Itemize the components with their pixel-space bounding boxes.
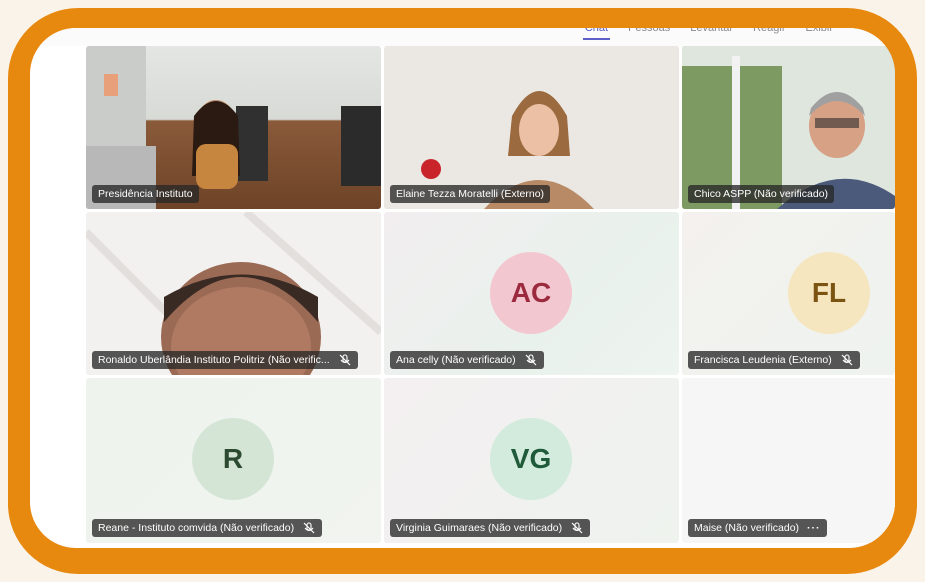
video-tile-elaine[interactable]: Elaine Tezza Moratelli (Externo) [384, 46, 679, 209]
participant-name-label: Ronaldo Uberlândia Instituto Politriz (N… [92, 351, 358, 369]
tab-raise-hand[interactable]: Levantar [688, 28, 735, 40]
tab-view[interactable]: Exibir [803, 28, 835, 40]
avatar-tile-reane[interactable]: R Reane - Instituto comvida (Não verific… [86, 378, 381, 543]
meeting-toolbar: Chat Pessoas Levantar Reagir Exibir [30, 28, 895, 46]
mic-muted-icon [524, 354, 538, 366]
participant-name-label: Maise (Não verificado) ··· [688, 519, 827, 537]
participant-name-label: Virginia Guimaraes (Não verificado) [390, 519, 591, 537]
video-tile-ronaldo[interactable]: Ronaldo Uberlândia Instituto Politriz (N… [86, 212, 381, 375]
video-tile-chico[interactable]: Chico ASPP (Não verificado) [682, 46, 895, 209]
avatar-tile-francisca[interactable]: FL Francisca Leudenia (Externo) [682, 212, 895, 375]
mic-muted-icon [840, 354, 854, 366]
teams-meeting-window: Chat Pessoas Levantar Reagir Exibir Pres… [30, 28, 895, 548]
tab-react[interactable]: Reagir [751, 28, 787, 40]
mic-muted-icon [338, 354, 352, 366]
participant-name-label: Ana celly (Não verificado) [390, 351, 544, 369]
avatar: FL [788, 252, 870, 334]
avatar-tile-ana[interactable]: AC Ana celly (Não verificado) [384, 212, 679, 375]
participant-name-label: Chico ASPP (Não verificado) [688, 185, 835, 203]
avatar: R [192, 418, 274, 500]
tab-people[interactable]: Pessoas [626, 28, 672, 40]
avatar: AC [490, 252, 572, 334]
avatar-tile-maise[interactable]: Maise (Não verificado) ··· [682, 378, 895, 543]
more-options-icon[interactable]: ··· [807, 519, 821, 537]
tab-chat[interactable]: Chat [582, 28, 611, 40]
participant-name-label: Presidência Instituto [92, 185, 199, 203]
participant-name-label: Elaine Tezza Moratelli (Externo) [390, 185, 551, 203]
avatar-tile-virginia[interactable]: VG Virginia Guimaraes (Não verificado) [384, 378, 679, 543]
avatar: VG [490, 418, 572, 500]
participant-name-label: Reane - Instituto comvida (Não verificad… [92, 519, 323, 537]
participant-name-label: Francisca Leudenia (Externo) [688, 351, 860, 369]
video-tile-presidencia[interactable]: Presidência Instituto [86, 46, 381, 209]
mic-muted-icon [570, 522, 584, 534]
mic-muted-icon [302, 522, 316, 534]
